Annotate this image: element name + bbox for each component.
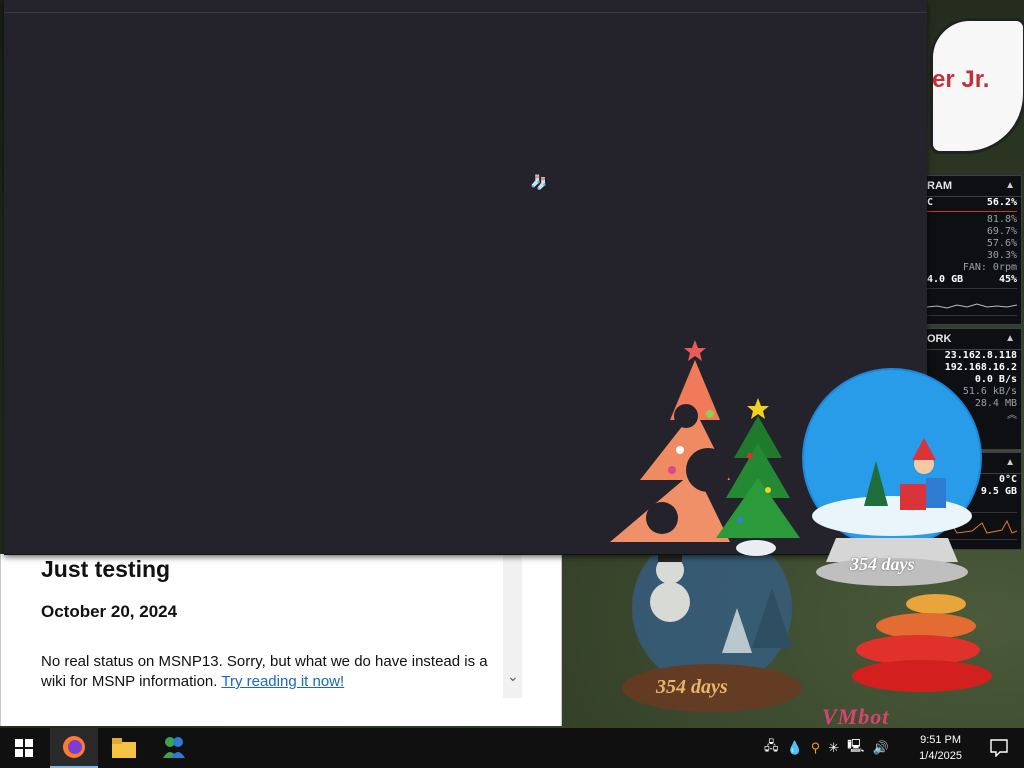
green-christmas-tree bbox=[716, 398, 800, 556]
ram-memory-row: 4.0 GB 45% bbox=[927, 274, 1017, 285]
vm-text: VMbot bbox=[822, 704, 890, 729]
status-title: Just testing bbox=[41, 556, 171, 582]
taskbar: 🖧 💧 ⚲ ✳ 🖳 🔊 9:51 PM 1/4/2025 bbox=[0, 728, 1024, 768]
clock-date: 1/4/2025 bbox=[919, 750, 962, 762]
ram-fan-row: FAN: 0rpm bbox=[962, 262, 1017, 273]
notification-icon[interactable] bbox=[990, 739, 1008, 762]
status-date: October 20, 2024 bbox=[41, 602, 178, 621]
ram-row: C 56.2% bbox=[927, 197, 1017, 208]
network-ip-row: 23.162.8.118 bbox=[944, 350, 1017, 361]
collapse-icon[interactable]: ▲ bbox=[1005, 176, 1015, 196]
network-widget-title: ORK bbox=[927, 333, 952, 345]
ram-widget-title: RAM bbox=[927, 180, 953, 192]
status-content: Just testing October 20, 2024 No real st… bbox=[41, 554, 511, 692]
firefox-icon bbox=[63, 736, 85, 758]
network-icon[interactable]: 🖳 bbox=[847, 737, 864, 759]
firefox-taskbar-button[interactable] bbox=[50, 728, 98, 768]
search-icon[interactable]: ⚲ bbox=[811, 740, 821, 756]
volume-icon[interactable]: 🔊 bbox=[872, 740, 888, 756]
collapse-icon[interactable]: ▲ bbox=[1005, 453, 1015, 473]
sparkle-icon[interactable]: ✳ bbox=[828, 740, 839, 756]
ram-row: 30.3% bbox=[986, 250, 1017, 261]
collapse-icon[interactable]: ▲ bbox=[1005, 329, 1015, 349]
ram-bar bbox=[927, 211, 1017, 212]
scroll-down-icon[interactable]: ⌄ bbox=[507, 668, 519, 685]
ram-row: 81.8% bbox=[986, 214, 1017, 225]
stocking-cursor-icon: 🧦 bbox=[530, 174, 548, 190]
network-widget-header[interactable]: ORK ▲ bbox=[923, 329, 1021, 350]
red-spring-decoration bbox=[852, 594, 992, 692]
snow-globe-label: 354 days bbox=[850, 554, 915, 574]
snow-globe-small-label: 354 days bbox=[656, 676, 728, 698]
banner-text: er Jr. bbox=[932, 66, 990, 93]
expand-icon[interactable]: ︽ bbox=[1007, 410, 1017, 422]
file-explorer-taskbar-button[interactable] bbox=[100, 728, 148, 768]
system-tray: 🖧 💧 ⚲ ✳ 🖳 🔊 bbox=[764, 728, 889, 768]
wiki-link[interactable]: Try reading it now! bbox=[221, 673, 344, 690]
ram-graph bbox=[927, 288, 1017, 316]
drop-icon[interactable]: 💧 bbox=[787, 740, 803, 756]
ram-widget: RAM ▲ C 56.2% 81.8% 69.7% 57.6% 30.3% FAN… bbox=[922, 175, 1022, 325]
ram-row: 69.7% bbox=[986, 226, 1017, 237]
clock-time: 9:51 PM bbox=[920, 734, 962, 746]
folder-icon bbox=[112, 738, 136, 758]
start-button[interactable] bbox=[0, 728, 48, 768]
status-body: No real status on MSNP13. Sorry, but wha… bbox=[41, 652, 511, 692]
window-title-bar[interactable] bbox=[4, 0, 927, 13]
messenger-icon bbox=[163, 737, 185, 758]
windows-icon bbox=[15, 739, 33, 757]
messenger-taskbar-button[interactable] bbox=[150, 728, 198, 768]
clock[interactable]: 9:51 PM 1/4/2025 bbox=[919, 732, 962, 764]
status-page-window: Just testing October 20, 2024 No real st… bbox=[0, 554, 562, 726]
ram-widget-header[interactable]: RAM ▲ bbox=[923, 176, 1021, 197]
network-sharing-icon[interactable]: 🖧 bbox=[764, 737, 779, 759]
ram-row: 57.6% bbox=[986, 238, 1017, 249]
